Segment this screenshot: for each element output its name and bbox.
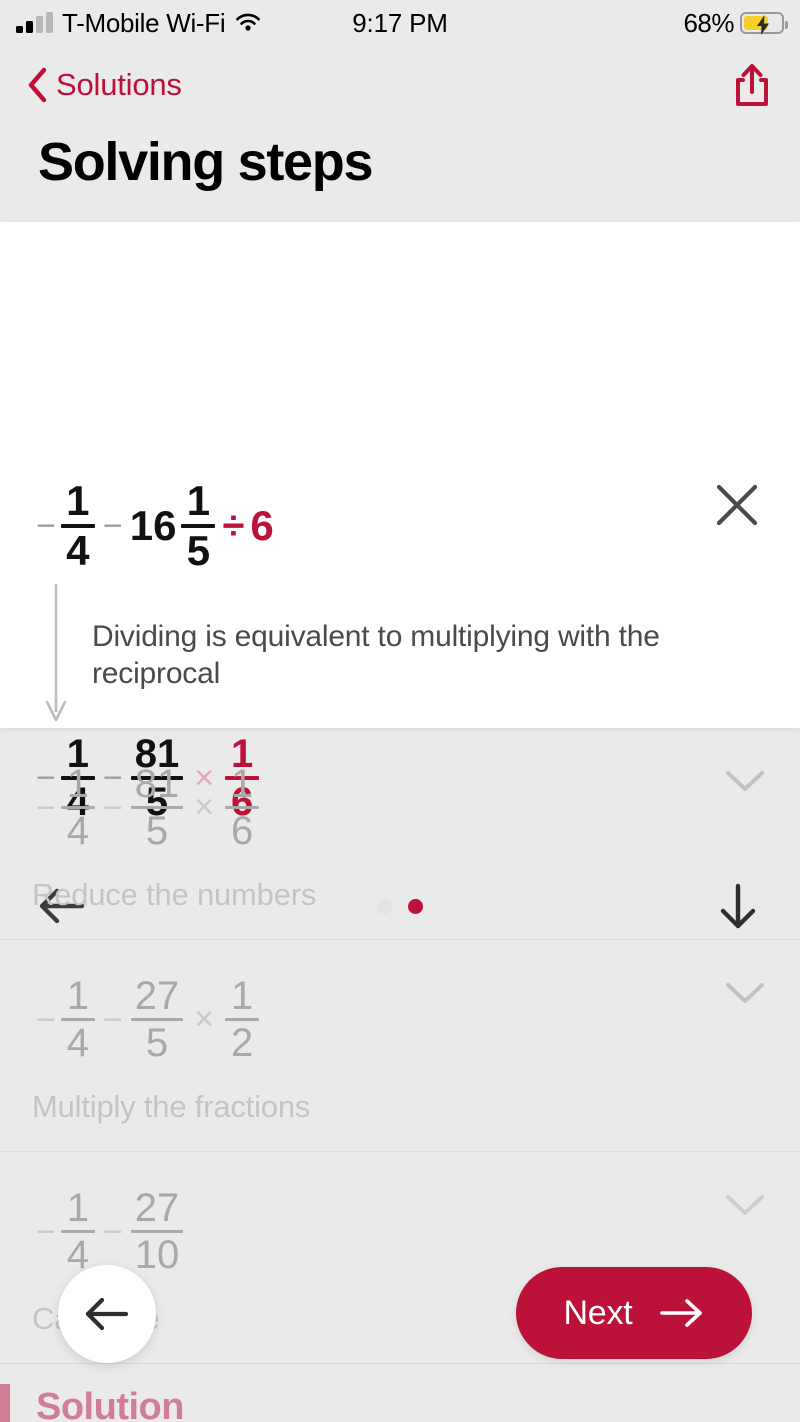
fraction-twentyseven-fifths: 27 5: [128, 974, 187, 1065]
close-icon[interactable]: [712, 480, 762, 530]
active-step-card: − 1 4 − 16 1 5 ÷ 6 Dividing is equivalen…: [0, 222, 800, 929]
arrow-right-icon: [659, 1299, 702, 1327]
divisor-operand: 6: [250, 502, 274, 549]
share-icon[interactable]: [730, 61, 774, 109]
multiplication-operator: ×: [194, 788, 215, 826]
battery-percent-label: 68%: [683, 7, 734, 38]
back-to-solutions-button[interactable]: Solutions: [26, 67, 182, 103]
fraction-one-quarter: 1 4: [58, 974, 98, 1065]
clock-label: 9:17 PM: [352, 7, 448, 38]
minus-sign-middle: −: [102, 788, 123, 827]
fraction-one-quarter: 1 4: [58, 1186, 98, 1277]
minus-sign-middle: −: [102, 507, 123, 545]
solution-section: Solution: [0, 1384, 800, 1422]
fraction-eightyone-fifths: 81 5: [128, 762, 187, 853]
fraction-one-quarter: 1 4: [58, 478, 98, 574]
status-bar: T-Mobile Wi-Fi 9:17 PM 68%: [0, 0, 800, 46]
app-screen: T-Mobile Wi-Fi 9:17 PM 68% Solutions Sol…: [0, 0, 800, 1422]
fraction-one-sixth: 1 6: [222, 762, 262, 853]
minus-sign-leading: −: [36, 507, 56, 545]
denominator: 10: [134, 1233, 180, 1277]
chevron-down-icon[interactable]: [724, 1192, 766, 1218]
numerator: 1: [186, 477, 211, 524]
next-button[interactable]: Next: [516, 1267, 752, 1359]
step-row[interactable]: − 1 4 − 81 5 × 1 6 Reduce the numbers: [0, 728, 800, 940]
step-connector-arrow-down-icon: [45, 584, 67, 722]
solution-accent-bar: [0, 1384, 10, 1422]
step-expression: − 1 4 − 27 10: [32, 1186, 764, 1277]
status-bar-right: 68%: [683, 7, 788, 39]
fraction-one-half: 1 2: [222, 974, 262, 1065]
chevron-left-icon: [28, 67, 47, 103]
division-operator: ÷: [222, 503, 245, 548]
status-bar-left: T-Mobile Wi-Fi: [16, 8, 262, 39]
minus-sign-leading: −: [36, 788, 56, 827]
carrier-label: T-Mobile Wi-Fi: [62, 7, 226, 38]
numerator: 1: [66, 762, 89, 806]
next-label: Next: [563, 1293, 633, 1332]
chevron-down-icon[interactable]: [724, 768, 766, 794]
fraction-one-quarter: 1 4: [58, 762, 98, 853]
step-row[interactable]: − 1 4 − 27 5 × 1 2 Multiply the fraction…: [0, 940, 800, 1152]
step-explanation: Dividing is equivalent to multiplying wi…: [92, 620, 660, 691]
numerator: 1: [66, 1186, 89, 1230]
solution-title: Solution: [36, 1386, 184, 1422]
expression-before: − 1 4 − 16 1 5 ÷ 6: [32, 478, 276, 574]
fraction-twentyseven-tenths: 27 10: [128, 1186, 187, 1277]
battery-charging-icon: [740, 12, 788, 35]
minus-sign-leading: −: [36, 1212, 56, 1251]
denominator: 4: [66, 527, 90, 574]
numerator: 1: [230, 974, 254, 1018]
minus-sign-middle: −: [102, 1212, 123, 1251]
numerator: 1: [230, 762, 254, 806]
arrow-left-icon: [85, 1297, 129, 1331]
minus-sign-leading: −: [36, 1000, 56, 1039]
page-title: Solving steps: [38, 132, 373, 192]
wifi-icon: [234, 12, 262, 34]
navigation-bar: Solutions: [0, 46, 800, 124]
numerator: 1: [66, 477, 90, 524]
step-label: Reduce the numbers: [32, 877, 317, 912]
floating-back-button[interactable]: [58, 1265, 156, 1363]
denominator: 5: [145, 809, 169, 853]
numerator: 27: [134, 974, 180, 1018]
whole-number: 16: [129, 502, 177, 549]
chevron-down-icon[interactable]: [724, 980, 766, 1006]
numerator: 81: [134, 762, 180, 806]
cellular-signal-icon: [16, 12, 53, 33]
denominator: 4: [66, 1021, 89, 1065]
fraction-one-fifth: 1 5: [178, 478, 218, 574]
numerator: 27: [134, 1186, 180, 1230]
minus-sign-middle: −: [102, 1000, 123, 1039]
multiplication-operator: ×: [194, 1000, 215, 1038]
step-expression: − 1 4 − 27 5 × 1 2: [32, 974, 764, 1065]
denominator: 5: [145, 1021, 169, 1065]
step-expression: − 1 4 − 81 5 × 1 6: [32, 762, 764, 853]
denominator: 2: [230, 1021, 254, 1065]
step-label: Multiply the fractions: [32, 1089, 311, 1124]
denominator: 4: [66, 809, 89, 853]
denominator: 5: [186, 527, 211, 574]
denominator: 6: [230, 809, 254, 853]
numerator: 1: [66, 974, 89, 1018]
back-label: Solutions: [56, 67, 182, 102]
